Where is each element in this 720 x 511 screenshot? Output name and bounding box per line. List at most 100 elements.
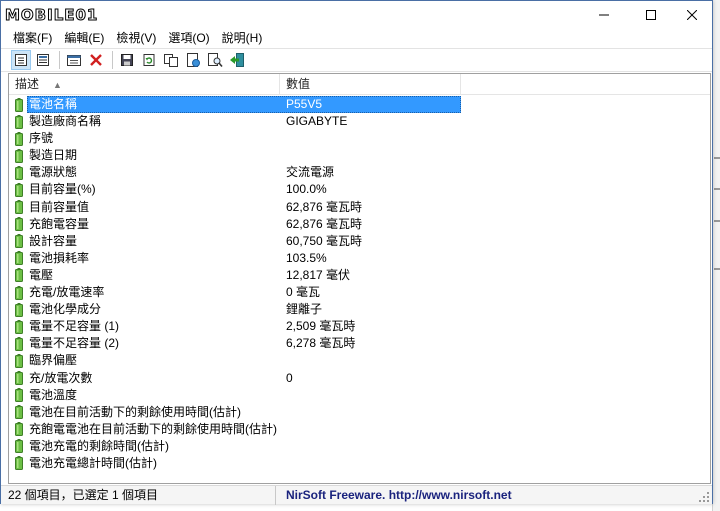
minimize-icon — [599, 14, 609, 16]
row-value: 62,876 毫瓦時 — [286, 199, 363, 214]
properties-button[interactable] — [64, 50, 84, 70]
row-label: 製造廠商名稱 — [29, 114, 102, 129]
row-label: 電量不足容量 (1) — [29, 319, 120, 334]
menu-edit[interactable]: 編輯(E) — [58, 29, 110, 48]
minimize-button[interactable] — [581, 1, 627, 29]
table-row[interactable]: 電池充電的剩餘時間(估計) — [9, 438, 710, 455]
html-report-button[interactable] — [183, 50, 203, 70]
table-row[interactable]: 充飽電容量 62,876 毫瓦時 — [9, 216, 710, 233]
table-row[interactable]: 電量不足容量 (2) 6,278 毫瓦時 — [9, 335, 710, 352]
column-header-value[interactable]: 數值 — [280, 74, 461, 95]
battery-icon — [15, 302, 23, 317]
row-label: 電壓 — [29, 267, 54, 282]
svg-text:MOBILE01: MOBILE01 — [5, 6, 98, 24]
row-value: 鋰離子 — [286, 302, 323, 317]
battery-icon — [15, 97, 23, 112]
row-label: 電池在目前活動下的剩餘使用時間(估計) — [29, 404, 241, 419]
title-bar[interactable]: MOBILE01 — [1, 1, 712, 29]
row-description-cell: 電量不足容量 (2) — [15, 335, 120, 352]
table-row[interactable]: 電池名稱 P55V5 — [9, 96, 710, 113]
delete-button[interactable] — [86, 50, 106, 70]
delete-icon — [90, 54, 102, 66]
exit-button[interactable] — [227, 50, 247, 70]
row-label: 目前容量值 — [29, 199, 90, 214]
save-button[interactable] — [117, 50, 137, 70]
row-description-cell: 電源狀態 — [15, 164, 78, 181]
row-value: 103.5% — [286, 250, 327, 265]
row-label: 電池名稱 — [29, 97, 78, 111]
view-list-button[interactable] — [11, 50, 31, 70]
row-value: 12,817 毫伏 — [286, 267, 351, 282]
battery-icon — [15, 405, 23, 420]
battery-icon — [15, 388, 23, 403]
table-row[interactable]: 電量不足容量 (1) 2,509 毫瓦時 — [9, 318, 710, 335]
copy-button[interactable] — [161, 50, 181, 70]
column-header-description[interactable]: 描述 ▲ — [9, 74, 280, 95]
table-row[interactable]: 目前容量(%) 100.0% — [9, 181, 710, 198]
battery-info-window: MOBILE01 檔案(F) 編輯(E) 檢視(V) 選項(O) 說明(H) 描… — [0, 0, 713, 505]
row-label: 電源狀態 — [29, 165, 78, 180]
battery-icon — [15, 165, 23, 180]
mobile01-logo: MOBILE01 — [5, 6, 98, 25]
row-description-cell: 臨界偏壓 — [15, 352, 78, 369]
table-row[interactable]: 電池溫度 — [9, 387, 710, 404]
row-label: 序號 — [29, 131, 54, 146]
table-row[interactable]: 電池損耗率 103.5% — [9, 250, 710, 267]
table-row[interactable]: 電池化學成分 鋰離子 — [9, 301, 710, 318]
table-row[interactable]: 電壓 12,817 毫伏 — [9, 267, 710, 284]
row-description-cell: 製造廠商名稱 — [15, 113, 102, 130]
nirsoft-link[interactable]: NirSoft Freeware. http://www.nirsoft.net — [286, 486, 512, 505]
maximize-button[interactable] — [628, 1, 674, 29]
table-row[interactable]: 充/放電次數 0 — [9, 370, 710, 387]
status-bar: 22 個項目，已選定 1 個項目 NirSoft Freeware. http:… — [1, 485, 712, 505]
view-details-icon — [37, 54, 49, 66]
background-window-edge — [712, 0, 720, 511]
column-description-label: 描述 — [15, 77, 40, 91]
toolbar-separator — [59, 51, 60, 69]
refresh-icon — [143, 54, 155, 66]
table-row[interactable]: 電池充電總計時間(估計) — [9, 455, 710, 472]
row-description-cell: 充飽電電池在目前活動下的剩餘使用時間(估計) — [15, 421, 278, 438]
menu-view[interactable]: 檢視(V) — [110, 29, 162, 48]
view-details-button[interactable] — [33, 50, 53, 70]
table-row[interactable]: 製造日期 — [9, 147, 710, 164]
refresh-button[interactable] — [139, 50, 159, 70]
table-row[interactable]: 臨界偏壓 — [9, 352, 710, 369]
row-value: 6,278 毫瓦時 — [286, 336, 356, 351]
menu-file[interactable]: 檔案(F) — [7, 29, 58, 48]
exit-icon — [230, 53, 244, 67]
close-button[interactable] — [669, 1, 715, 29]
row-description-cell: 充飽電容量 — [15, 216, 90, 233]
row-value: 0 毫瓦 — [286, 285, 321, 300]
battery-icon — [15, 268, 23, 283]
table-row[interactable]: 製造廠商名稱 GIGABYTE — [9, 113, 710, 130]
table-row[interactable]: 序號 — [9, 130, 710, 147]
battery-icon — [15, 234, 23, 249]
row-description-cell: 製造日期 — [15, 147, 78, 164]
table-row[interactable]: 充電/放電速率 0 毫瓦 — [9, 284, 710, 301]
menu-help[interactable]: 說明(H) — [216, 29, 269, 48]
battery-info-list[interactable]: 描述 ▲ 數值 電池名稱 P55V5 製造廠商名稱 GIGABYTE 序號 製造日期 電源狀態… — [8, 73, 711, 484]
row-label: 設計容量 — [29, 233, 78, 248]
battery-icon — [15, 439, 23, 454]
menu-options[interactable]: 選項(O) — [162, 29, 215, 48]
resize-grip-icon[interactable] — [698, 491, 710, 503]
row-value: 62,876 毫瓦時 — [286, 216, 363, 231]
row-description-cell: 電池損耗率 — [15, 250, 90, 267]
table-row[interactable]: 充飽電電池在目前活動下的剩餘使用時間(估計) — [9, 421, 710, 438]
row-description-cell: 電池名稱 — [15, 96, 78, 113]
table-row[interactable]: 電池在目前活動下的剩餘使用時間(估計) — [9, 404, 710, 421]
battery-icon — [15, 251, 23, 266]
column-value-label: 數值 — [286, 77, 311, 91]
row-value: P55V5 — [286, 97, 323, 111]
row-value: 60,750 毫瓦時 — [286, 233, 363, 248]
find-button[interactable] — [205, 50, 225, 70]
row-label: 充/放電次數 — [29, 370, 93, 385]
battery-icon — [15, 200, 23, 215]
table-row[interactable]: 設計容量 60,750 毫瓦時 — [9, 233, 710, 250]
row-label: 臨界偏壓 — [29, 353, 78, 368]
row-description-cell: 電池充電的剩餘時間(估計) — [15, 438, 170, 455]
table-row[interactable]: 目前容量值 62,876 毫瓦時 — [9, 199, 710, 216]
table-row[interactable]: 電源狀態 交流電源 — [9, 164, 710, 181]
row-label: 電池化學成分 — [29, 302, 102, 317]
